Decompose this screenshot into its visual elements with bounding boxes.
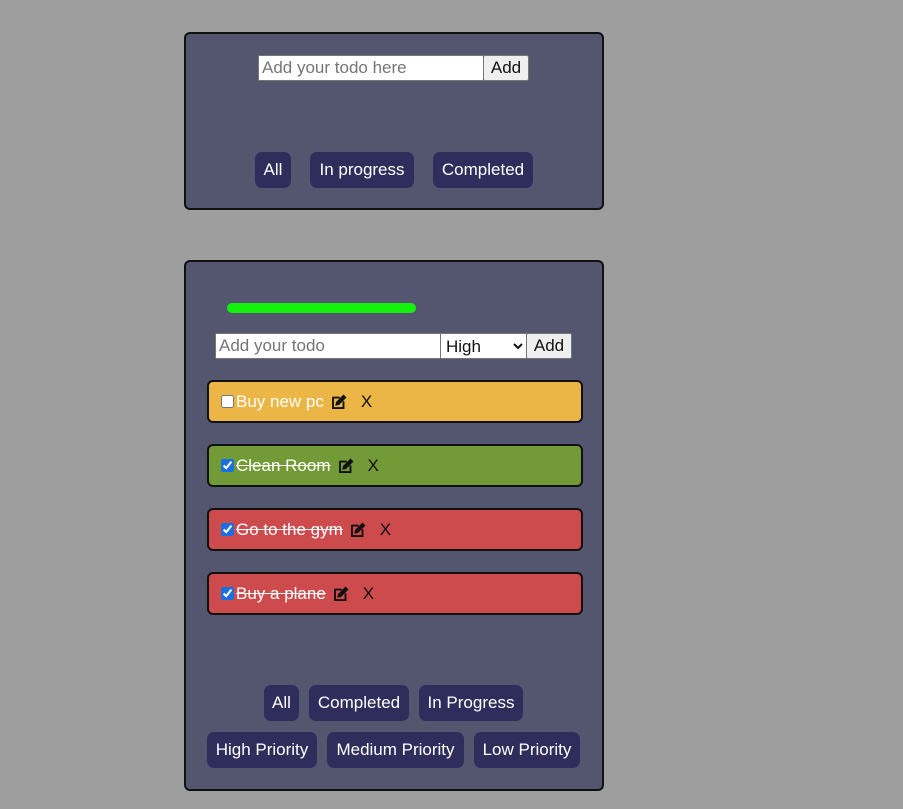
priority-todo-panel: High Add Buy new pc X Clean Room X Go to… (184, 260, 604, 791)
todo-input[interactable] (215, 333, 441, 359)
filter-in-progress-button[interactable]: In progress (310, 152, 414, 188)
filter-all-button[interactable]: All (264, 685, 299, 721)
simple-todo-panel: Add All In progress Completed (184, 32, 604, 210)
delete-button[interactable]: X (361, 392, 372, 412)
progress-fill (227, 303, 416, 313)
edit-icon[interactable] (330, 393, 348, 411)
delete-button[interactable]: X (363, 584, 374, 604)
priority-select[interactable]: High (440, 333, 527, 359)
filter-all-button[interactable]: All (255, 152, 291, 188)
todo-text: Buy new pc (236, 391, 324, 411)
todo-checkbox[interactable] (221, 587, 234, 600)
todo-item: Go to the gym X (207, 508, 583, 551)
todo-checkbox[interactable] (221, 395, 234, 408)
todo-item: Buy a plane X (207, 572, 583, 615)
edit-icon[interactable] (349, 521, 367, 539)
filter-completed-button[interactable]: Completed (433, 152, 533, 188)
todo-text: Go to the gym (236, 519, 343, 539)
todo-input[interactable] (258, 55, 484, 81)
filter-in-progress-button[interactable]: In Progress (419, 685, 523, 721)
add-button[interactable]: Add (483, 55, 529, 81)
todo-text: Clean Room (236, 455, 331, 475)
filter-high-priority-button[interactable]: High Priority (207, 732, 317, 768)
edit-icon[interactable] (332, 585, 350, 603)
todo-checkbox[interactable] (221, 459, 234, 472)
todo-item: Buy new pc X (207, 380, 583, 423)
add-button[interactable]: Add (526, 333, 572, 359)
delete-button[interactable]: X (380, 520, 391, 540)
filter-low-priority-button[interactable]: Low Priority (474, 732, 580, 768)
filter-medium-priority-button[interactable]: Medium Priority (327, 732, 464, 768)
todo-item: Clean Room X (207, 444, 583, 487)
filter-completed-button[interactable]: Completed (309, 685, 409, 721)
delete-button[interactable]: X (368, 456, 379, 476)
progress-bar (227, 303, 479, 313)
edit-icon[interactable] (337, 457, 355, 475)
todo-checkbox[interactable] (221, 523, 234, 536)
todo-text: Buy a plane (236, 583, 326, 603)
